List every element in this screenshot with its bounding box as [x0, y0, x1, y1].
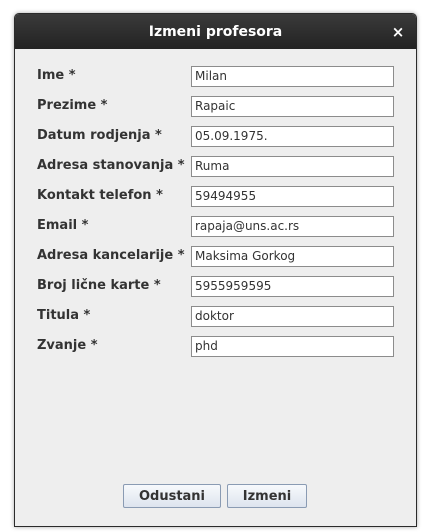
save-button[interactable]: Izmeni	[227, 484, 307, 508]
form-row-adresa-kancelarije: Adresa kancelarije *	[15, 246, 416, 267]
zvanje-input[interactable]	[191, 336, 394, 357]
edit-professor-dialog: Izmeni profesora × Ime * Prezime * Datum…	[14, 13, 417, 527]
form-row-prezime: Prezime *	[15, 96, 416, 117]
kontakt-telefon-input[interactable]	[191, 186, 394, 207]
form-row-kontakt-telefon: Kontakt telefon *	[15, 186, 416, 207]
ime-input[interactable]	[191, 66, 394, 87]
form-row-zvanje: Zvanje *	[15, 336, 416, 357]
adresa-kancelarije-label: Adresa kancelarije *	[37, 248, 185, 263]
form-row-titula: Titula *	[15, 306, 416, 327]
adresa-kancelarije-input[interactable]	[191, 246, 394, 267]
broj-licne-karte-input[interactable]	[191, 276, 394, 297]
titula-input[interactable]	[191, 306, 394, 327]
email-input[interactable]	[191, 216, 394, 237]
form-row-datum-rodjenja: Datum rodjenja *	[15, 126, 416, 147]
adresa-stanovanja-label: Adresa stanovanja *	[37, 158, 185, 173]
email-label: Email *	[37, 218, 89, 233]
close-icon[interactable]: ×	[390, 14, 406, 50]
titula-label: Titula *	[37, 308, 91, 323]
form-row-email: Email *	[15, 216, 416, 237]
datum-rodjenja-input[interactable]	[191, 126, 394, 147]
title-bar[interactable]: Izmeni profesora ×	[15, 14, 416, 49]
form-row-broj-licne-karte: Broj lične karte *	[15, 276, 416, 297]
broj-licne-karte-label: Broj lične karte *	[37, 278, 161, 293]
kontakt-telefon-label: Kontakt telefon *	[37, 188, 163, 203]
dialog-title: Izmeni profesora	[148, 24, 283, 40]
zvanje-label: Zvanje *	[37, 338, 98, 353]
prezime-input[interactable]	[191, 96, 394, 117]
form-row-ime: Ime *	[15, 66, 416, 87]
datum-rodjenja-label: Datum rodjenja *	[37, 128, 162, 143]
cancel-button[interactable]: Odustani	[123, 484, 221, 508]
prezime-label: Prezime *	[37, 98, 108, 113]
ime-label: Ime *	[37, 68, 76, 83]
form-row-adresa-stanovanja: Adresa stanovanja *	[15, 156, 416, 177]
adresa-stanovanja-input[interactable]	[191, 156, 394, 177]
